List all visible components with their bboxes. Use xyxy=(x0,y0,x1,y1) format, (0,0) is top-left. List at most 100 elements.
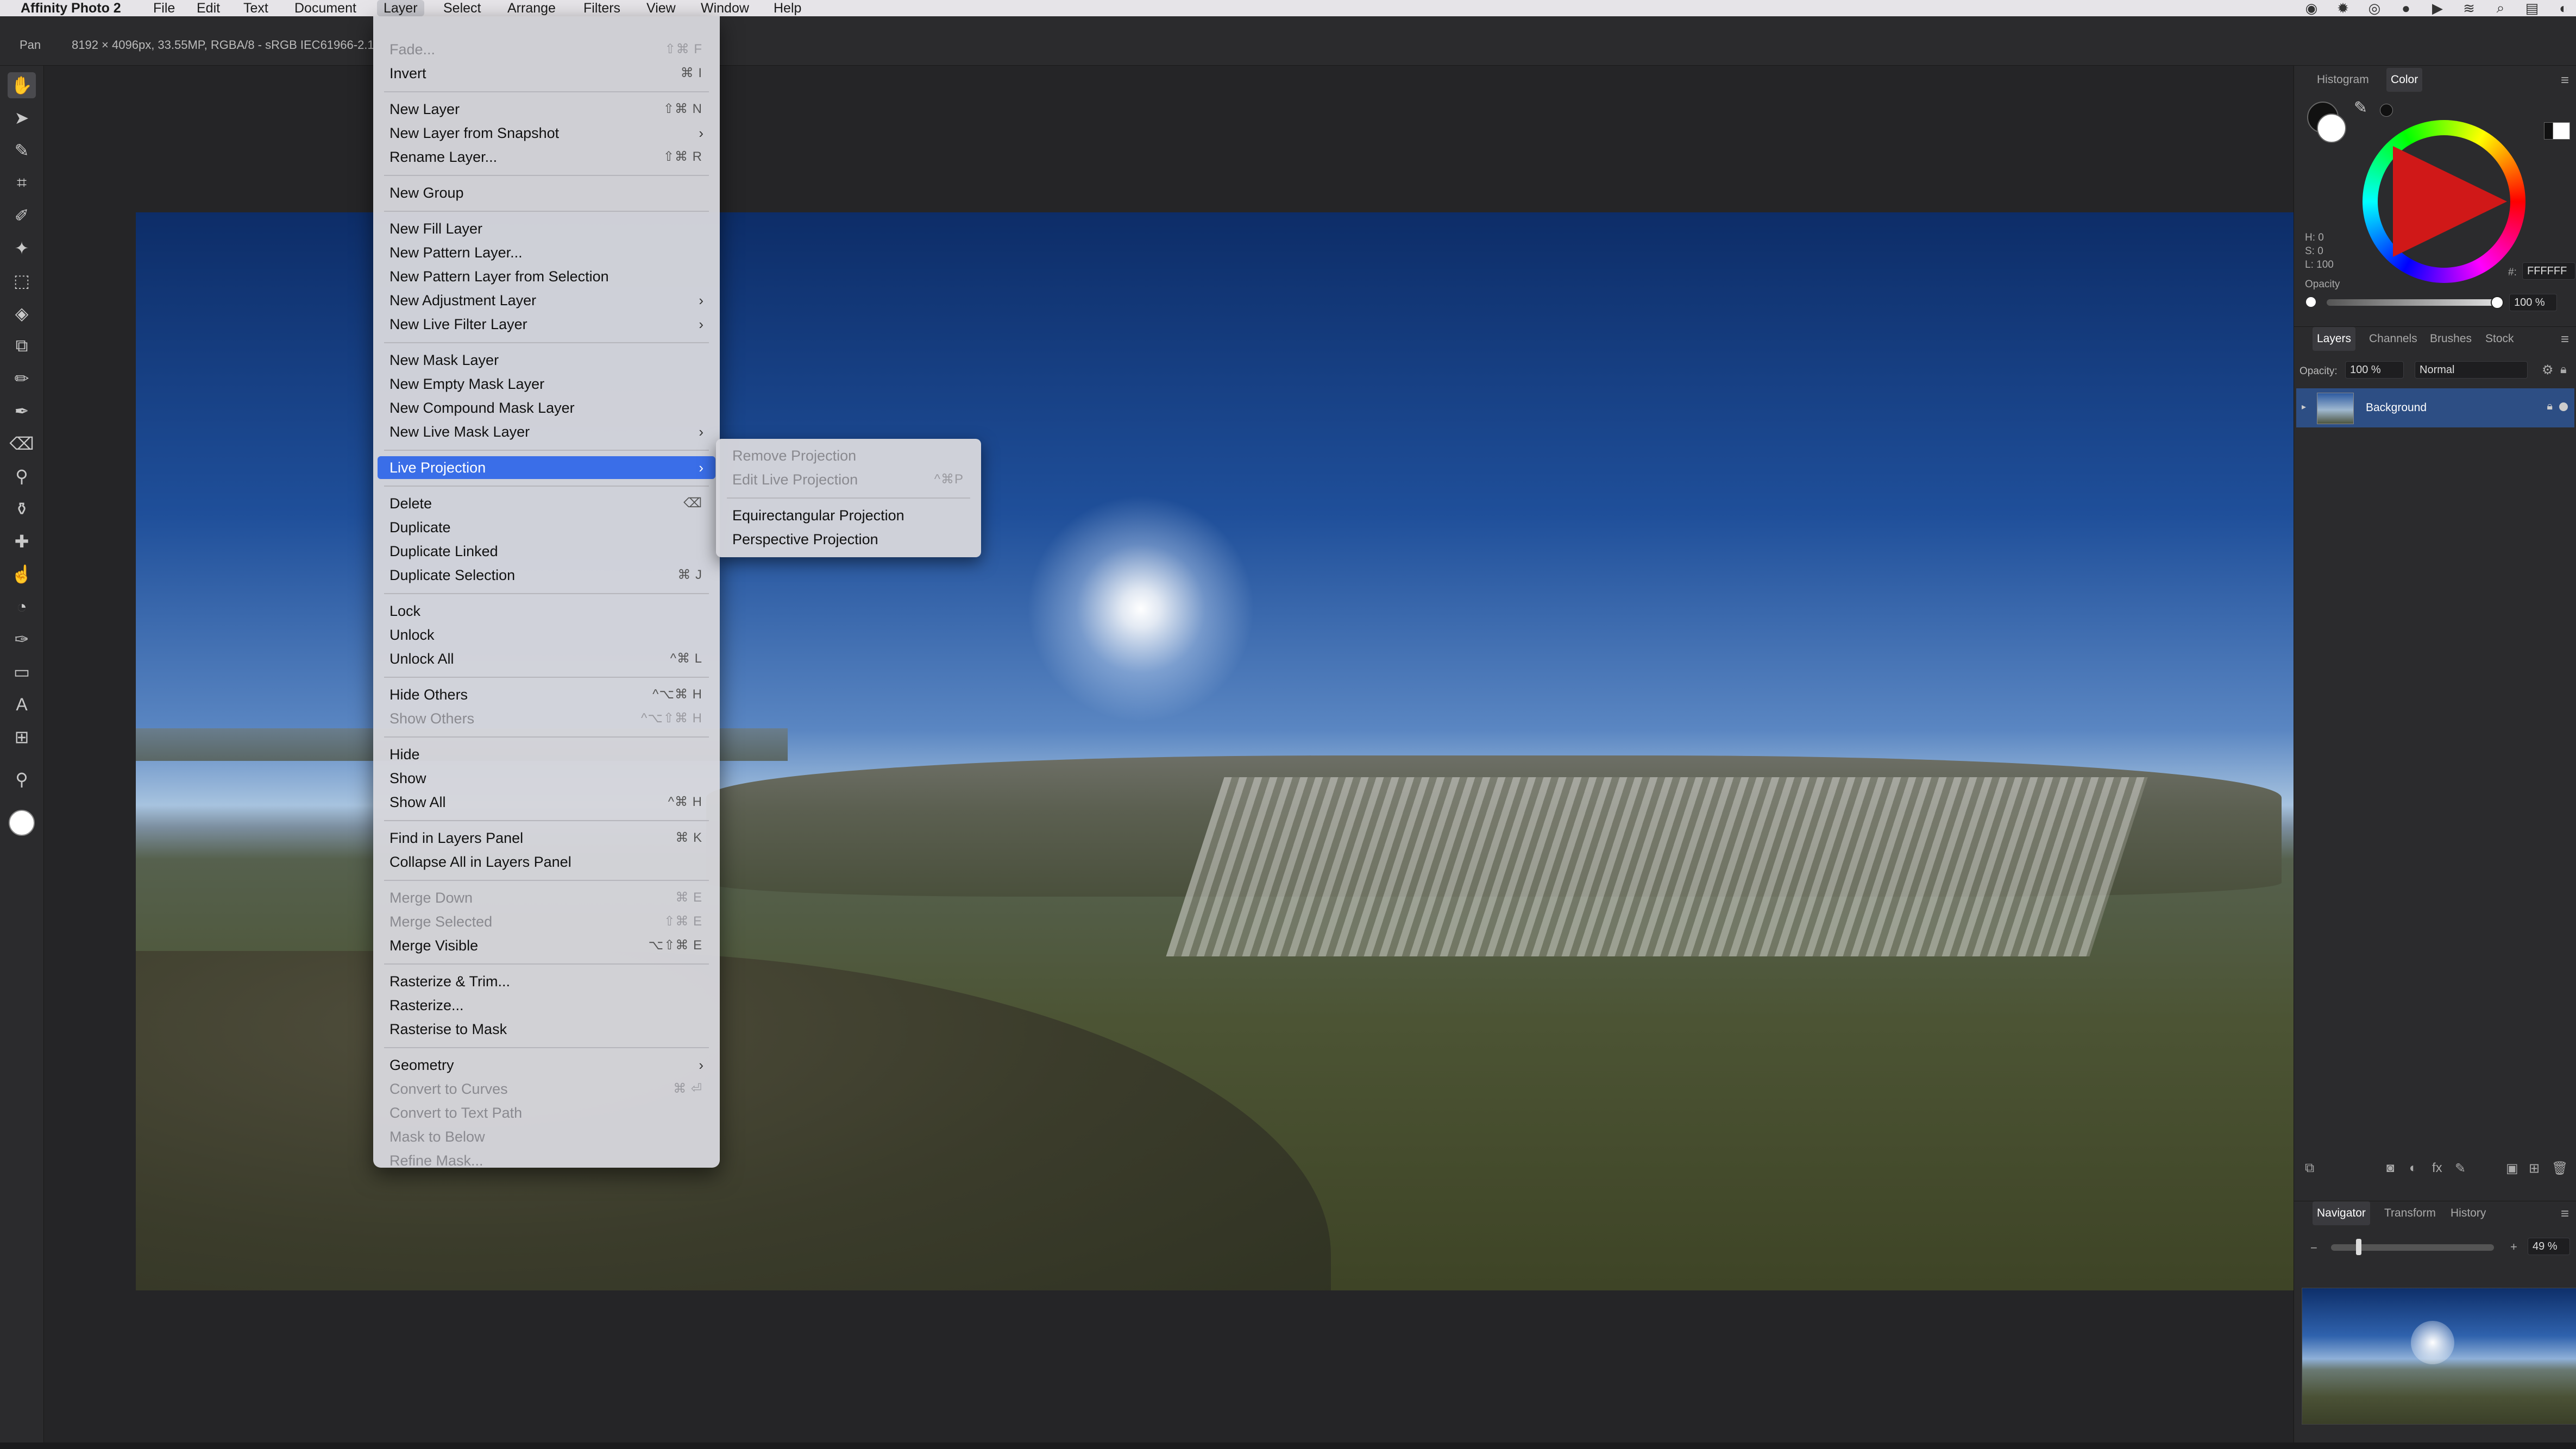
menu-item-delete[interactable]: Delete ⌫ xyxy=(378,492,715,515)
menu-item-equirectangular-projection[interactable]: Equirectangular Projection xyxy=(720,504,977,527)
selection-brush-icon[interactable]: ✐ xyxy=(8,203,36,229)
pen-tool-icon[interactable]: ✑ xyxy=(8,626,36,652)
user-icon[interactable]: ● xyxy=(2397,0,2415,17)
menu-item-new-pattern-layer-from-selection[interactable]: New Pattern Layer from Selection xyxy=(378,265,715,288)
menu-layer[interactable]: Layer xyxy=(377,0,424,16)
menu-window[interactable]: Window xyxy=(694,0,756,16)
live-filter-icon[interactable]: fx xyxy=(2432,1161,2442,1176)
menu-item-unlock[interactable]: Unlock xyxy=(378,623,715,646)
layer-visibility-icon[interactable] xyxy=(2559,402,2568,411)
menu-item-show-others[interactable]: Show Others ^⌥⇧⌘ H xyxy=(378,707,715,730)
opacity-field[interactable]: 100 % xyxy=(2509,294,2557,311)
move-tool-icon[interactable]: ➤ xyxy=(8,105,36,131)
menu-item-new-adjustment-layer[interactable]: New Adjustment Layer › xyxy=(378,289,715,312)
lock-icon[interactable]: 🔒︎ xyxy=(2560,362,2567,376)
menu-item-edit-live-projection[interactable]: Edit Live Projection ^⌘P xyxy=(720,468,977,491)
primary-color-swatch[interactable] xyxy=(8,810,36,836)
menu-item-new-live-filter-layer[interactable]: New Live Filter Layer › xyxy=(378,313,715,336)
menu-filters[interactable]: Filters xyxy=(577,0,627,16)
tab-history[interactable]: History xyxy=(2446,1201,2490,1225)
menu-item-invert[interactable]: Invert ⌘ I xyxy=(378,62,715,85)
tab-brushes[interactable]: Brushes xyxy=(2426,327,2476,351)
flood-fill-icon[interactable]: ◈ xyxy=(8,300,36,326)
menu-item-perspective-projection[interactable]: Perspective Projection xyxy=(720,528,977,551)
menu-document[interactable]: Document xyxy=(288,0,363,16)
tab-layers[interactable]: Layers xyxy=(2313,327,2356,351)
menu-item-new-fill-layer[interactable]: New Fill Layer xyxy=(378,217,715,240)
menu-text[interactable]: Text xyxy=(237,0,275,16)
play-icon[interactable]: ▶ xyxy=(2428,0,2447,17)
adjustment-icon[interactable]: ◐ xyxy=(2409,1161,2417,1176)
zoom-slider[interactable] xyxy=(2331,1244,2494,1251)
tab-transform[interactable]: Transform xyxy=(2380,1201,2440,1225)
zoom-field[interactable]: 49 % xyxy=(2528,1238,2570,1255)
opacity-slider[interactable] xyxy=(2327,299,2495,306)
paint-brush-icon[interactable]: ✏ xyxy=(8,366,36,392)
menu-item-rename-layer[interactable]: Rename Layer... ⇧⌘ R xyxy=(378,146,715,168)
menu-item-new-empty-mask-layer[interactable]: New Empty Mask Layer xyxy=(378,373,715,395)
black-swatch[interactable] xyxy=(2380,104,2393,117)
rectangle-tool-icon[interactable]: ▭ xyxy=(8,659,36,685)
menu-item-convert-to-text-path[interactable]: Convert to Text Path xyxy=(378,1101,715,1124)
color-triangle[interactable] xyxy=(2393,146,2507,257)
menu-item-new-group[interactable]: New Group xyxy=(378,181,715,204)
gradient-tool-icon[interactable]: ⧉ xyxy=(8,333,36,359)
menu-item-show[interactable]: Show xyxy=(378,767,715,790)
menu-item-new-mask-layer[interactable]: New Mask Layer xyxy=(378,349,715,371)
wifi-icon[interactable]: ≋ xyxy=(2460,0,2478,17)
menu-item-merge-down[interactable]: Merge Down ⌘ E xyxy=(378,886,715,909)
control-center-icon[interactable]: ▤ xyxy=(2523,0,2541,17)
eyedropper-icon[interactable]: ✎ xyxy=(2354,98,2367,117)
mask-layer-icon[interactable]: ◙ xyxy=(2386,1161,2395,1176)
zoom-out-icon[interactable]: − xyxy=(2310,1241,2317,1255)
crop-tool-icon[interactable]: ⌗ xyxy=(8,170,36,196)
layer-row-background[interactable]: ▸ Background 🔒︎ xyxy=(2296,388,2574,427)
healing-brush-icon[interactable]: ✚ xyxy=(8,528,36,555)
menu-help[interactable]: Help xyxy=(767,0,808,16)
layer-lock-icon[interactable]: 🔒︎ xyxy=(2547,400,2553,413)
menu-item-new-layer[interactable]: New Layer ⇧⌘ N xyxy=(378,98,715,121)
spotlight-icon[interactable]: ⌕ xyxy=(2491,0,2510,17)
menu-item-mask-to-below[interactable]: Mask to Below xyxy=(378,1125,715,1148)
menu-arrange[interactable]: Arrange xyxy=(501,0,562,16)
menu-item-live-projection[interactable]: Live Projection › xyxy=(378,456,715,479)
menu-item-lock[interactable]: Lock xyxy=(378,600,715,622)
menu-item-merge-selected[interactable]: Merge Selected ⇧⌘ E xyxy=(378,910,715,933)
tab-stock[interactable]: Stock xyxy=(2481,327,2518,351)
menu-item-rasterise-to-mask[interactable]: Rasterise to Mask xyxy=(378,1018,715,1041)
primary-color-circle[interactable] xyxy=(2317,114,2346,143)
layer-options-icon[interactable]: ⧉ xyxy=(2305,1161,2314,1176)
menu-item-show-all[interactable]: Show All ^⌘ H xyxy=(378,791,715,814)
color-picker-tool-icon[interactable]: ✎ xyxy=(8,137,36,163)
delete-layer-icon[interactable]: 🗑︎ xyxy=(2552,1161,2568,1176)
siri-icon[interactable]: ◐ xyxy=(2554,0,2573,17)
text-tool-icon[interactable]: A xyxy=(8,691,36,717)
menu-item-unlock-all[interactable]: Unlock All ^⌘ L xyxy=(378,647,715,670)
layer-opacity-field[interactable]: 100 % xyxy=(2345,361,2404,379)
menu-select[interactable]: Select xyxy=(437,0,487,16)
layer-expand-icon[interactable]: ▸ xyxy=(2302,401,2306,412)
menu-item-merge-visible[interactable]: Merge Visible ⌥⇧⌘ E xyxy=(378,934,715,957)
sync-icon[interactable]: ◎ xyxy=(2365,0,2384,17)
tab-navigator[interactable]: Navigator xyxy=(2313,1201,2370,1225)
menu-item-geometry[interactable]: Geometry › xyxy=(378,1054,715,1076)
brush-icon[interactable]: ✎ xyxy=(2455,1161,2466,1176)
menu-file[interactable]: File xyxy=(147,0,181,16)
pan-tool-icon[interactable]: ✋ xyxy=(8,72,36,98)
dodge-tool-icon[interactable]: ⚲ xyxy=(8,463,36,489)
menu-item-new-live-mask-layer[interactable]: New Live Mask Layer › xyxy=(378,420,715,443)
menu-item-convert-to-curves[interactable]: Convert to Curves ⌘ ⏎ xyxy=(378,1078,715,1100)
layer-settings-gear-icon[interactable]: ⚙ xyxy=(2542,362,2554,378)
pixel-tool-icon[interactable]: ✒ xyxy=(8,398,36,424)
menu-item-rasterize[interactable]: Rasterize... xyxy=(378,994,715,1017)
menu-item-new-pattern-layer[interactable]: New Pattern Layer... xyxy=(378,241,715,264)
brightness-icon[interactable]: ✹ xyxy=(2334,0,2352,17)
erase-brush-icon[interactable]: ⌫ xyxy=(8,431,36,457)
add-group-icon[interactable]: ▣ xyxy=(2506,1161,2518,1176)
zoom-in-icon[interactable]: + xyxy=(2510,1240,2517,1254)
hex-field[interactable]: FFFFFF xyxy=(2522,262,2575,280)
app-menu[interactable]: Affinity Photo 2 xyxy=(14,0,128,16)
tab-color[interactable]: Color xyxy=(2386,68,2423,92)
panel-menu-icon[interactable]: ≡ xyxy=(2561,68,2569,92)
menu-item-find-in-layers-panel[interactable]: Find in Layers Panel ⌘ K xyxy=(378,827,715,849)
